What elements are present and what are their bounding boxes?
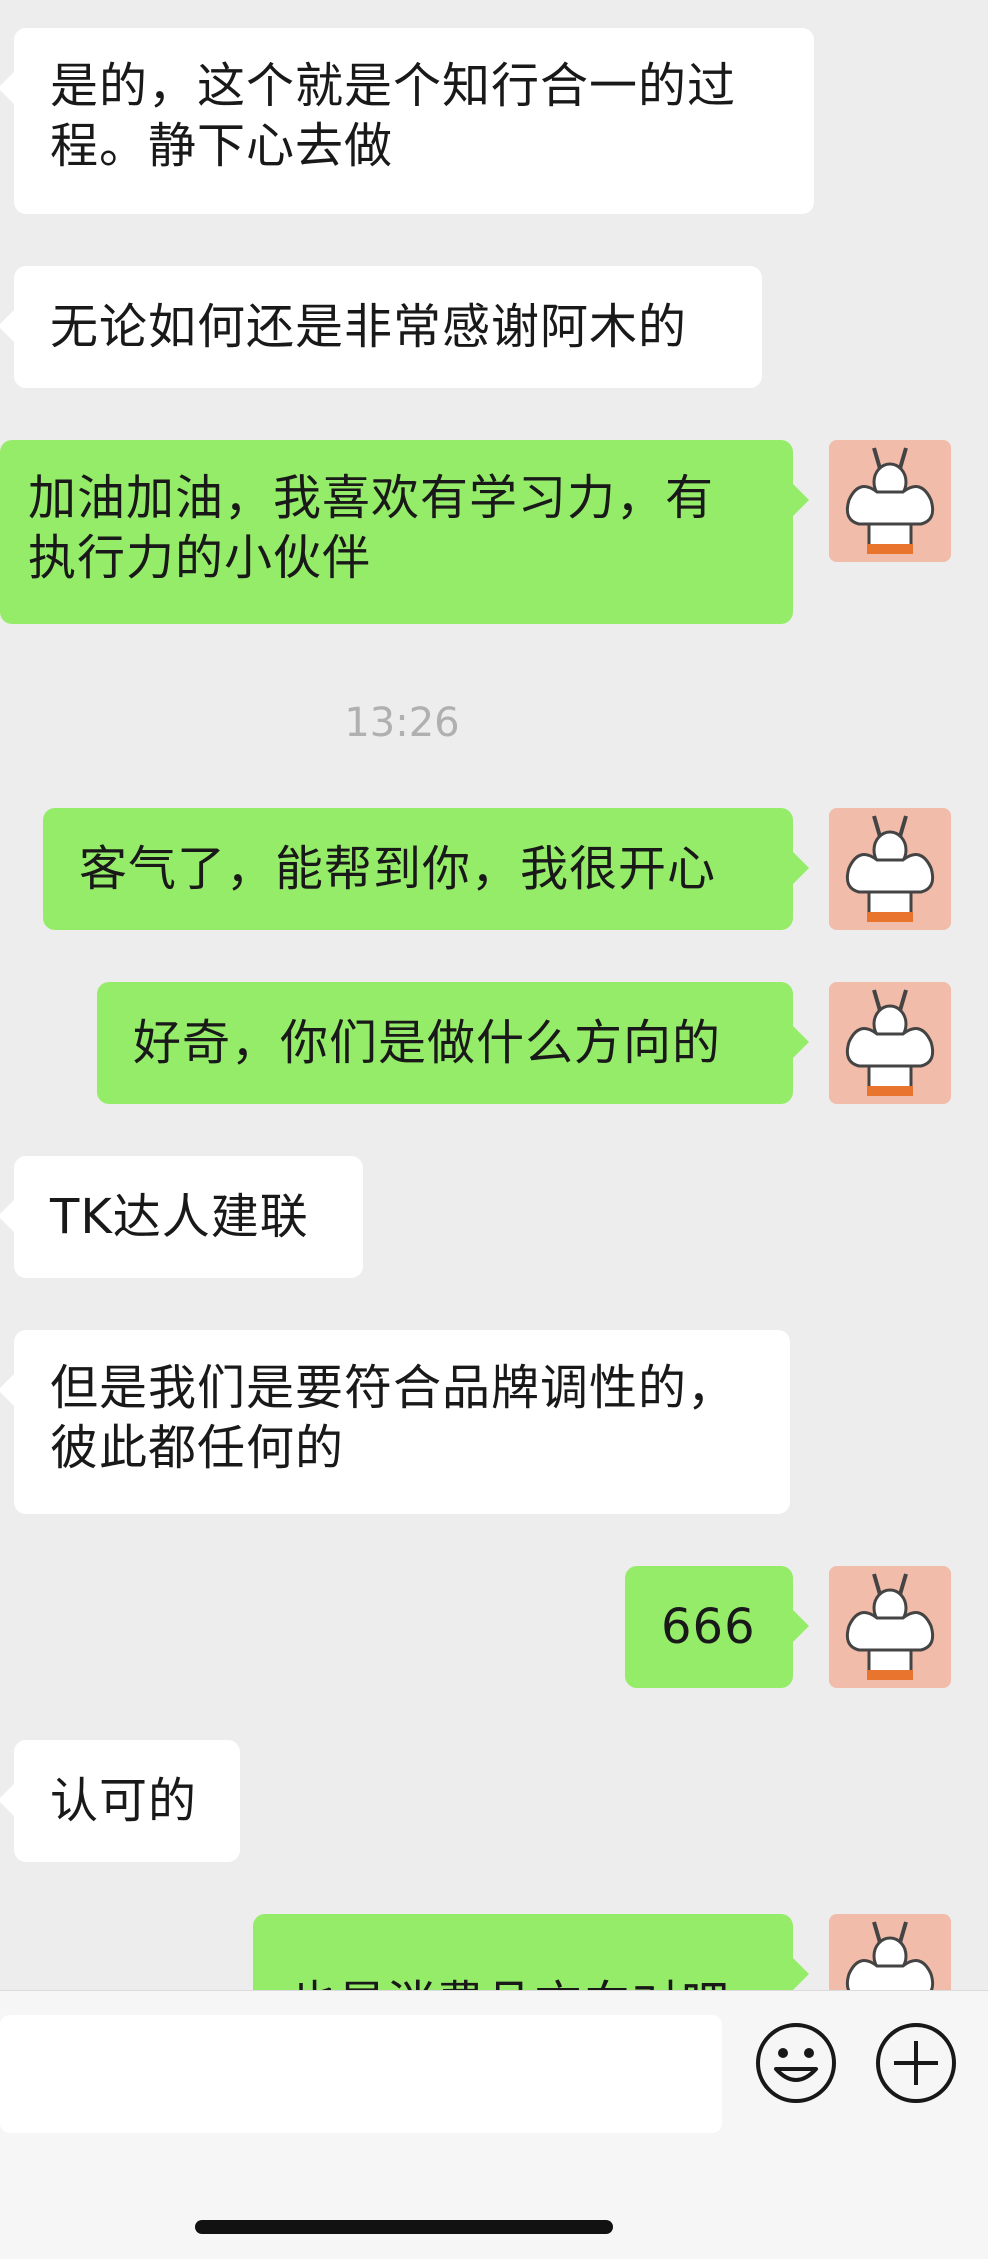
input-bar	[0, 1990, 988, 2259]
more-options-button[interactable]	[874, 2021, 958, 2105]
user-avatar[interactable]	[829, 1566, 951, 1688]
message-bubble-outgoing[interactable]: 也是消费品方向对吧	[253, 1914, 809, 1990]
muscle-character-avatar-icon	[829, 440, 951, 562]
message-text-line: 加油加油，我喜欢有学习力，有	[28, 470, 715, 526]
message-text: 认可的	[50, 1773, 198, 1829]
message-bubble-outgoing[interactable]: 加油加油，我喜欢有学习力，有 执行力的小伙伴	[0, 440, 809, 624]
message-text: 也是消费品方向对吧	[289, 1974, 730, 1990]
home-indicator[interactable]	[195, 2220, 613, 2234]
chat-area[interactable]: 是的，这个就是个知行合一的过 程。静下心去做 无论如何还是非常感谢阿木的 加油加…	[0, 0, 988, 1990]
message-text: 但是我们是要符合品牌调性的， 彼此都任何的	[50, 1358, 736, 1478]
user-avatar[interactable]	[829, 808, 951, 930]
message-bubble-outgoing[interactable]: 客气了，能帮到你，我很开心	[43, 808, 809, 930]
message-text: TK达人建联	[50, 1189, 309, 1245]
user-avatar[interactable]	[829, 982, 951, 1104]
message-text: 客气了，能帮到你，我很开心	[79, 841, 717, 897]
plus-circle-icon	[876, 2023, 956, 2103]
message-bubble-incoming[interactable]: 是的，这个就是个知行合一的过 程。静下心去做	[0, 28, 814, 214]
muscle-character-avatar-icon	[829, 1566, 951, 1688]
message-text-line: 彼此都任何的	[50, 1420, 345, 1476]
message-timestamp: 13:26	[344, 700, 460, 746]
message-text-line: 执行力的小伙伴	[28, 530, 372, 586]
message-text: 加油加油，我喜欢有学习力，有 执行力的小伙伴	[28, 468, 714, 588]
message-text: 好奇，你们是做什么方向的	[133, 1015, 722, 1071]
message-text-line: 是的，这个就是个知行合一的过	[50, 58, 737, 114]
user-avatar[interactable]	[829, 440, 951, 562]
message-input[interactable]	[0, 2015, 722, 2133]
message-text: 是的，这个就是个知行合一的过 程。静下心去做	[50, 56, 736, 176]
message-bubble-outgoing[interactable]: 好奇，你们是做什么方向的	[97, 982, 809, 1104]
message-bubble-incoming[interactable]: 认可的	[0, 1740, 240, 1862]
muscle-character-avatar-icon	[829, 1914, 951, 1990]
muscle-character-avatar-icon	[829, 808, 951, 930]
message-bubble-outgoing[interactable]: 666	[625, 1566, 809, 1688]
smiley-face-icon	[756, 2023, 836, 2103]
message-text-line: 但是我们是要符合品牌调性的，	[50, 1360, 737, 1416]
message-text: 666	[661, 1599, 756, 1655]
muscle-character-avatar-icon	[829, 982, 951, 1104]
message-text-line: 程。静下心去做	[50, 118, 394, 174]
emoji-button[interactable]	[754, 2021, 838, 2105]
message-bubble-incoming[interactable]: 但是我们是要符合品牌调性的， 彼此都任何的	[0, 1330, 790, 1514]
user-avatar[interactable]	[829, 1914, 951, 1990]
message-bubble-incoming[interactable]: 无论如何还是非常感谢阿木的	[0, 266, 762, 388]
message-bubble-incoming[interactable]: TK达人建联	[0, 1156, 363, 1278]
message-text: 无论如何还是非常感谢阿木的	[50, 299, 688, 355]
